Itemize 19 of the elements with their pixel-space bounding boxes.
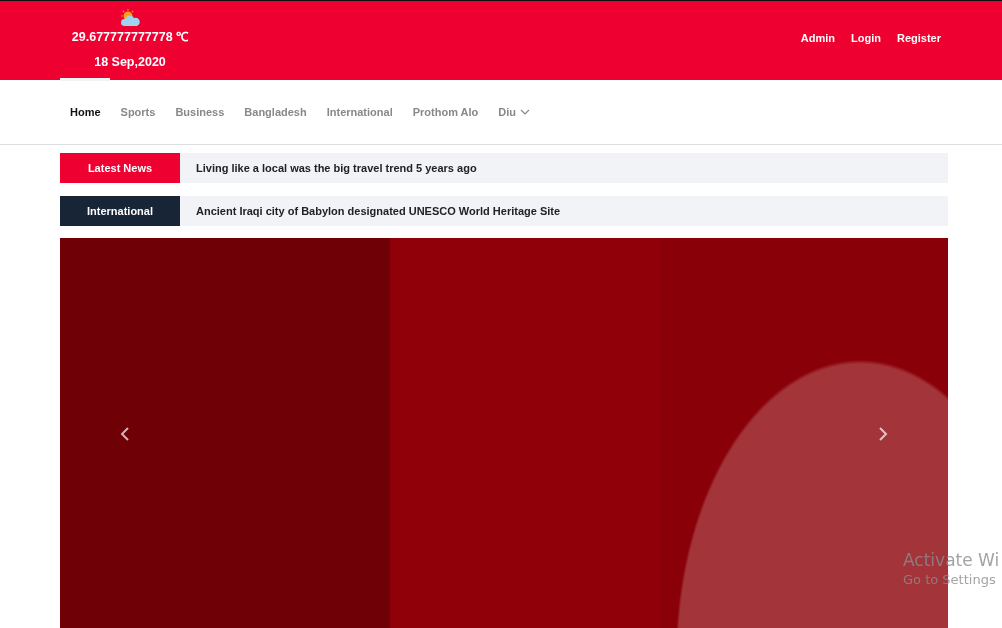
nav-link[interactable]: Bangladesh [244,106,307,118]
ticker-headline[interactable]: Living like a local was the big travel trend 5 years ago [180,153,477,183]
nav-link[interactable]: International [326,106,393,118]
chevron-left-icon [120,427,130,441]
header-link[interactable]: Admin [800,31,836,44]
header-link[interactable]: Login [851,31,881,44]
nav-link[interactable]: Sports [120,106,156,118]
ticker-label: International [60,196,180,226]
nav-link[interactable]: Business [175,106,225,118]
sun-cloud-icon [119,9,141,27]
ticker-label: Latest News [60,153,180,183]
nav-link[interactable]: Diu [498,106,531,118]
header-link[interactable]: Register [896,31,941,44]
date-text: 18 Sep,2020 [94,55,166,69]
ticker-headline[interactable]: Ancient Iraqi city of Babylon designated UNESCO World Heritage Site [180,196,561,226]
nav-link[interactable]: Prothom Alo [412,106,479,118]
nav-link[interactable]: Home [70,106,101,118]
chevron-right-icon [878,427,888,441]
temperature-text: 29.677777777778 ℃ [71,29,189,45]
